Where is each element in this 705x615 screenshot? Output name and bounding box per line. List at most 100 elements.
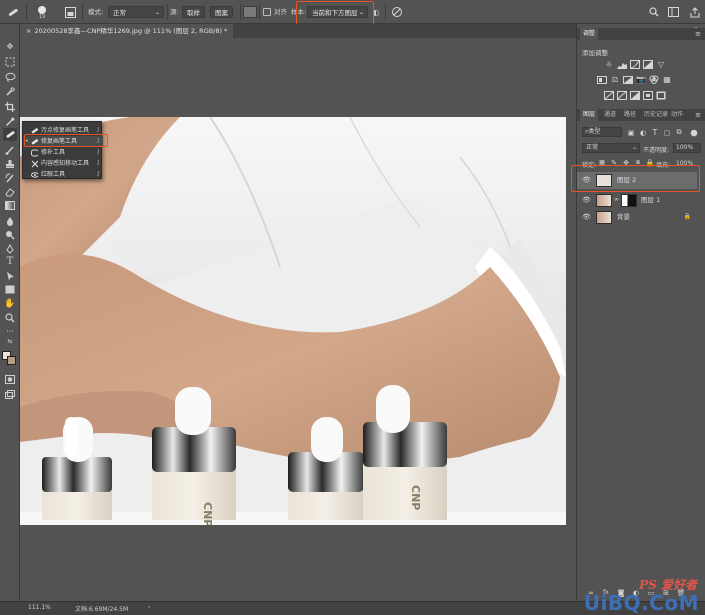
filter-adjustment-icon[interactable]: ◐	[638, 128, 648, 137]
tab-actions[interactable]: 动作	[668, 109, 686, 121]
gradient-tool-icon[interactable]	[3, 199, 17, 212]
hue-saturation-icon[interactable]	[597, 75, 607, 84]
move-tool-icon[interactable]: ✥	[3, 40, 17, 53]
tab-history[interactable]: 历史记录	[641, 109, 671, 121]
swap-colors-icon[interactable]: ⇆	[3, 337, 17, 345]
color-balance-icon[interactable]: ⚖	[610, 75, 620, 84]
pen-tool-icon[interactable]	[3, 242, 17, 255]
curves-icon[interactable]	[630, 60, 640, 69]
search-icon[interactable]	[647, 5, 661, 19]
layer-mask-thumbnail[interactable]	[621, 194, 637, 207]
close-icon[interactable]: ×	[26, 27, 31, 35]
aligned-checkbox[interactable]	[263, 8, 271, 16]
tab-layers[interactable]: 图层	[580, 109, 599, 121]
source-label: 源:	[170, 8, 179, 16]
threshold-icon[interactable]	[630, 91, 640, 100]
path-selection-tool-icon[interactable]	[3, 269, 17, 282]
exposure-icon[interactable]	[643, 60, 653, 69]
panel-menu-icon[interactable]: ≡	[693, 111, 703, 119]
share-icon[interactable]	[688, 5, 702, 19]
layer-name: 背景	[617, 213, 630, 221]
selective-color-icon[interactable]	[643, 91, 653, 100]
layer-row-layer-1[interactable]: 👁 ∞ 图层 1	[577, 192, 697, 209]
svg-text:CNP: CNP	[409, 485, 422, 510]
tab-adjustments[interactable]: 调整	[580, 28, 599, 40]
flyout-item-red-eye[interactable]: 红眼工具 J	[23, 169, 103, 180]
brush-tool-icon[interactable]	[3, 143, 17, 156]
brush-preset-picker[interactable]: 19	[34, 4, 50, 20]
filter-shape-icon[interactable]: ▢	[662, 128, 672, 137]
screen-mode-icon[interactable]	[3, 388, 17, 401]
dodge-tool-icon[interactable]	[3, 228, 17, 241]
blur-tool-icon[interactable]	[3, 214, 17, 227]
filter-type-icon[interactable]: T	[650, 128, 660, 137]
type-tool-icon[interactable]: T	[3, 255, 17, 268]
tab-channels[interactable]: 通道	[601, 109, 619, 121]
status-menu-chevron-icon[interactable]: ›	[148, 604, 150, 611]
flyout-item-shortcut: J	[97, 149, 99, 155]
diffusion-brush-icon[interactable]	[390, 5, 404, 19]
filter-toggle-icon[interactable]	[690, 128, 698, 137]
hand-tool-icon[interactable]: ✋	[3, 297, 17, 310]
flyout-item-patch[interactable]: 修补工具 J	[23, 147, 103, 158]
filter-pixel-icon[interactable]: ▣	[626, 128, 636, 137]
chevron-down-icon: ⌄	[631, 144, 637, 151]
brightness-contrast-icon[interactable]: ☼	[604, 60, 614, 69]
source-pattern-button[interactable]: 图案	[210, 6, 233, 18]
zoom-level[interactable]: 111.1%	[28, 604, 51, 611]
opacity-input[interactable]: 100%	[673, 143, 701, 153]
mode-label: 模式:	[88, 8, 104, 16]
lasso-tool-icon[interactable]	[3, 70, 17, 83]
eye-icon[interactable]: 👁	[582, 213, 591, 221]
background-color-swatch[interactable]	[7, 356, 16, 365]
healing-brush-tool-icon[interactable]	[3, 128, 17, 141]
levels-icon[interactable]	[617, 60, 627, 69]
color-lookup-icon[interactable]: ▦	[662, 75, 672, 84]
chain-link-icon[interactable]: ∞	[614, 196, 619, 203]
source-sampled-button[interactable]: 取样	[182, 6, 205, 18]
flyout-item-content-aware-move[interactable]: 内容感知移动工具 J	[23, 158, 103, 169]
vibrance-icon[interactable]: ▽	[656, 60, 666, 69]
gradient-map-icon[interactable]	[656, 91, 666, 100]
black-white-icon[interactable]	[623, 75, 633, 84]
brush-settings-panel-icon[interactable]	[63, 5, 77, 19]
quick-selection-tool-icon[interactable]	[3, 85, 17, 98]
eye-icon[interactable]: 👁	[582, 196, 591, 204]
crop-tool-icon[interactable]	[3, 100, 17, 113]
marquee-tool-icon[interactable]	[3, 55, 17, 68]
zoom-tool-icon[interactable]	[3, 311, 17, 324]
flyout-item-label: 红眼工具	[41, 171, 66, 178]
blend-mode-value: 正常	[586, 144, 599, 151]
opacity-value: 100%	[676, 144, 694, 151]
history-brush-tool-icon[interactable]	[3, 171, 17, 184]
chevron-down-icon: ⌄	[154, 9, 160, 16]
layer-filter-dropdown[interactable]: ⌕类型	[582, 127, 622, 137]
panel-menu-icon[interactable]: ≡	[693, 30, 703, 38]
brush-size-value: 19	[38, 13, 46, 20]
eyedropper-tool-icon[interactable]	[3, 115, 17, 128]
quick-mask-icon[interactable]	[3, 373, 17, 386]
layer-2-highlight	[571, 165, 700, 192]
filter-smart-object-icon[interactable]: ⧉	[674, 128, 684, 137]
options-bar: 19 模式: 正常 ⌄ 源: 取样 图案 对齐 样本: 当前和下方图层 ⌄ ◐	[0, 0, 705, 28]
channel-mixer-icon[interactable]	[649, 75, 659, 84]
svg-text:CNP: CNP	[201, 502, 214, 525]
blend-mode-dropdown[interactable]: 正常 ⌄	[582, 143, 640, 153]
invert-icon[interactable]	[604, 91, 614, 100]
pattern-swatch[interactable]	[243, 6, 257, 18]
posterize-icon[interactable]	[617, 91, 627, 100]
layer-row-background[interactable]: 👁 背景 🔒	[577, 209, 697, 226]
watermark-text: UiBQ.CoM	[583, 591, 699, 615]
layer-thumbnail	[596, 194, 612, 207]
workspace-switcher-icon[interactable]	[666, 5, 680, 19]
document-tab[interactable]: × 20200528李鑫—CNP精华1269.jpg @ 111% (图层 2, …	[20, 24, 234, 38]
document-info[interactable]: 文档:6.69M/24.5M	[75, 604, 128, 613]
photo-filter-icon[interactable]: 📷	[636, 75, 646, 84]
clone-stamp-tool-icon[interactable]	[3, 157, 17, 170]
healing-brush-tool-icon[interactable]	[6, 5, 20, 19]
mode-dropdown[interactable]: 正常 ⌄	[108, 6, 164, 18]
rectangle-tool-icon[interactable]	[3, 283, 17, 296]
eraser-tool-icon[interactable]	[3, 185, 17, 198]
layer-name: 图层 1	[641, 196, 661, 204]
tab-paths[interactable]: 路径	[621, 109, 639, 121]
